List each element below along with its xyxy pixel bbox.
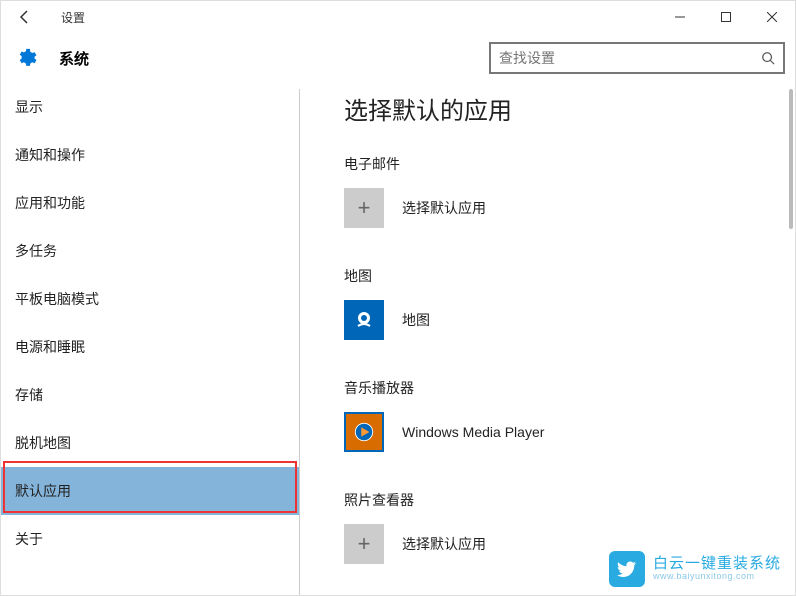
body: 显示 通知和操作 应用和功能 多任务 平板电脑模式 电源和睡眠 存储 脱机地图 … xyxy=(1,83,795,595)
scrollbar-thumb[interactable] xyxy=(789,89,793,229)
header-title: 系统 xyxy=(59,48,89,69)
wmp-icon xyxy=(353,421,375,443)
app-row[interactable]: 地图 xyxy=(344,300,795,340)
app-name: 选择默认应用 xyxy=(402,198,486,218)
gear-icon xyxy=(15,47,37,69)
watermark-text: 白云一键重装系统 www.baiyunxitong.com xyxy=(653,556,781,582)
arrow-left-icon xyxy=(17,9,33,25)
category-email: 电子邮件 + 选择默认应用 xyxy=(344,154,795,228)
watermark-main: 白云一键重装系统 xyxy=(653,556,781,573)
category-music: 音乐播放器 Windows Media Player xyxy=(344,378,795,452)
sidebar-item-notifications[interactable]: 通知和操作 xyxy=(1,131,299,179)
back-button[interactable] xyxy=(1,1,49,33)
close-icon xyxy=(767,12,777,22)
search-input[interactable] xyxy=(499,50,761,66)
category-label: 地图 xyxy=(344,266,795,286)
search-icon xyxy=(761,51,775,65)
watermark: 白云一键重装系统 www.baiyunxitong.com xyxy=(609,551,781,587)
app-row[interactable]: Windows Media Player xyxy=(344,412,795,452)
sidebar-item-display[interactable]: 显示 xyxy=(1,83,299,131)
watermark-sub: www.baiyunxitong.com xyxy=(653,572,781,582)
plus-icon: + xyxy=(358,531,371,557)
search-box[interactable] xyxy=(489,42,785,74)
sidebar-item-power-sleep[interactable]: 电源和睡眠 xyxy=(1,323,299,371)
minimize-button[interactable] xyxy=(657,1,703,33)
window-controls xyxy=(657,1,795,33)
maximize-icon xyxy=(721,12,731,22)
plus-icon: + xyxy=(358,195,371,221)
content-title: 选择默认的应用 xyxy=(344,91,795,126)
content: 选择默认的应用 电子邮件 + 选择默认应用 地图 地图 音乐播放器 xyxy=(300,83,795,595)
close-button[interactable] xyxy=(749,1,795,33)
maximize-button[interactable] xyxy=(703,1,749,33)
header: 系统 xyxy=(1,33,795,83)
bird-icon xyxy=(616,558,638,580)
sidebar-item-multitasking[interactable]: 多任务 xyxy=(1,227,299,275)
app-name: 地图 xyxy=(402,310,430,330)
sidebar-item-offline-maps[interactable]: 脱机地图 xyxy=(1,419,299,467)
category-label: 音乐播放器 xyxy=(344,378,795,398)
plus-tile: + xyxy=(344,524,384,564)
sidebar-item-tablet-mode[interactable]: 平板电脑模式 xyxy=(1,275,299,323)
category-label: 照片查看器 xyxy=(344,490,795,510)
plus-tile: + xyxy=(344,188,384,228)
minimize-icon xyxy=(675,12,685,22)
titlebar: 设置 xyxy=(1,1,795,33)
sidebar-item-about[interactable]: 关于 xyxy=(1,515,299,563)
sidebar-item-apps-features[interactable]: 应用和功能 xyxy=(1,179,299,227)
sidebar: 显示 通知和操作 应用和功能 多任务 平板电脑模式 电源和睡眠 存储 脱机地图 … xyxy=(1,83,299,595)
category-maps: 地图 地图 xyxy=(344,266,795,340)
sidebar-item-default-apps[interactable]: 默认应用 xyxy=(1,467,299,515)
app-row[interactable]: + 选择默认应用 xyxy=(344,188,795,228)
wmp-tile xyxy=(344,412,384,452)
maps-icon xyxy=(352,308,376,332)
app-name: Windows Media Player xyxy=(402,424,544,440)
maps-tile xyxy=(344,300,384,340)
window-title: 设置 xyxy=(61,9,85,26)
watermark-icon xyxy=(609,551,645,587)
sidebar-item-storage[interactable]: 存储 xyxy=(1,371,299,419)
app-name: 选择默认应用 xyxy=(402,534,486,554)
category-label: 电子邮件 xyxy=(344,154,795,174)
